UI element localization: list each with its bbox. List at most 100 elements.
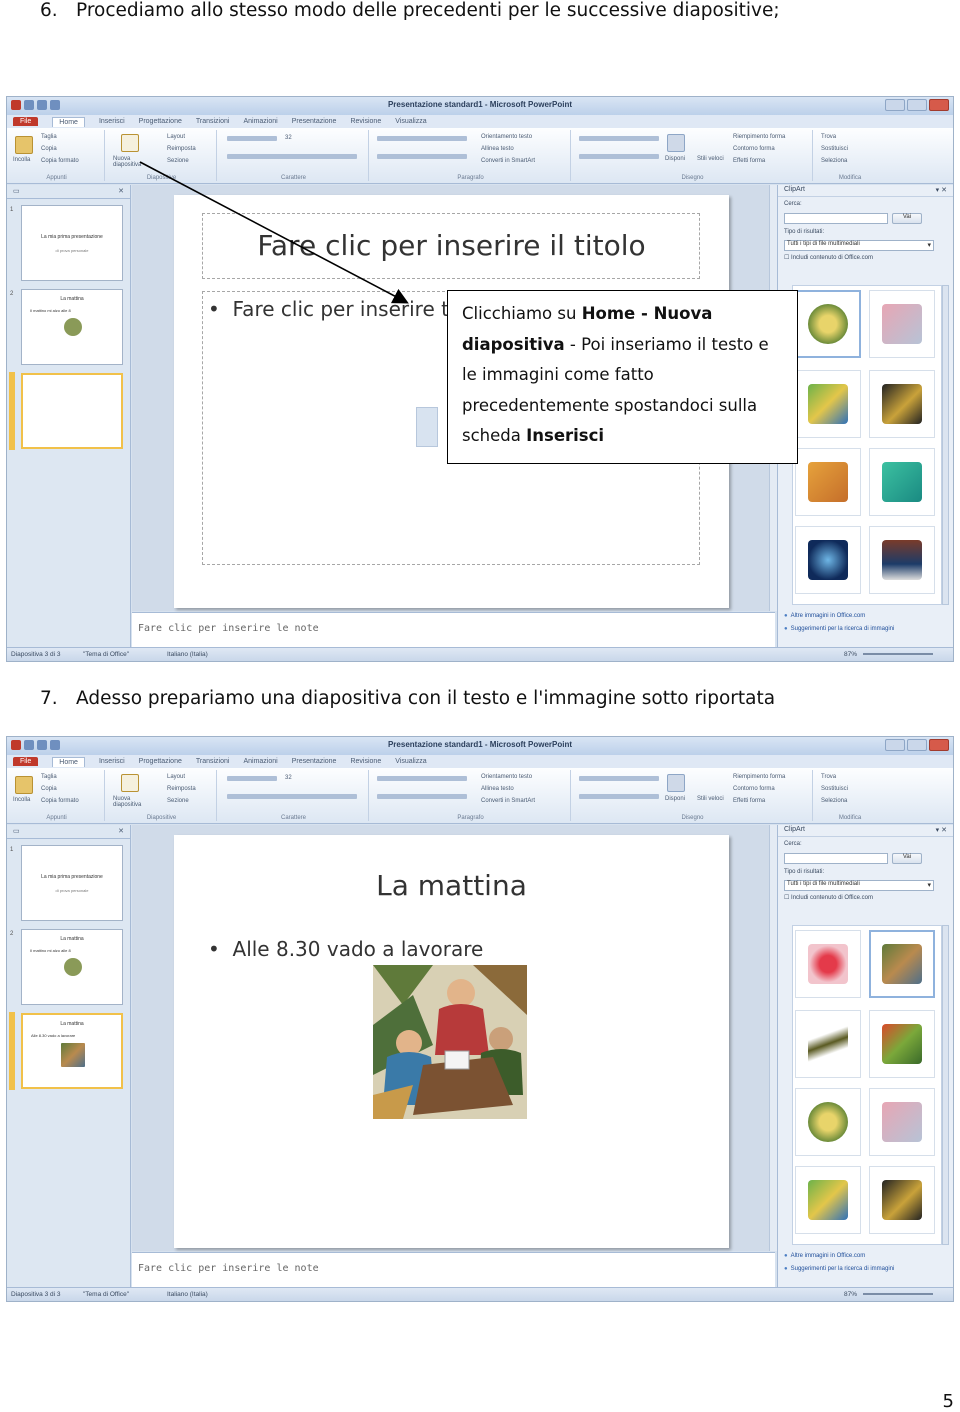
tab-animations[interactable]: Animazioni xyxy=(243,758,277,765)
text-direction-button[interactable]: Orientamento testo xyxy=(481,774,532,780)
copy-button[interactable]: Copia xyxy=(41,786,57,792)
copy-button[interactable]: Copia xyxy=(41,146,57,152)
close-icon[interactable]: ✕ xyxy=(118,827,124,836)
font-format-buttons[interactable] xyxy=(227,794,357,799)
tab-home[interactable]: Home xyxy=(52,116,85,127)
section-button[interactable]: Sezione xyxy=(167,798,189,804)
clipart-item[interactable] xyxy=(869,1088,935,1156)
slide-thumbnail-2[interactable]: La mattina Il mattino mi alzo alle 8 xyxy=(21,929,123,1005)
align-text-button[interactable]: Allinea testo xyxy=(481,786,514,792)
slide-thumbnail-3[interactable]: La mattina Alle 8.30 vado a lavorare xyxy=(21,1013,123,1089)
paste-button[interactable]: Incolla xyxy=(13,797,30,803)
shapes-gallery-row2[interactable] xyxy=(579,154,659,159)
tab-animations[interactable]: Animazioni xyxy=(243,118,277,125)
paste-button[interactable]: Incolla xyxy=(13,157,30,163)
format-painter-button[interactable]: Copia formato xyxy=(41,798,79,804)
replace-button[interactable]: Sostituisci xyxy=(821,786,848,792)
clipart-item[interactable] xyxy=(795,1166,861,1234)
more-images-link[interactable]: Altre immagini in Office.com xyxy=(784,1253,866,1259)
tab-insert[interactable]: Inserisci xyxy=(99,118,125,125)
text-direction-button[interactable]: Orientamento testo xyxy=(481,134,532,140)
clipart-item[interactable] xyxy=(869,1010,935,1078)
clipart-scrollbar[interactable] xyxy=(942,285,949,605)
shapes-gallery[interactable] xyxy=(579,136,659,141)
font-format-buttons[interactable] xyxy=(227,154,357,159)
clipart-item[interactable] xyxy=(869,448,935,516)
clipart-item[interactable] xyxy=(795,1010,861,1078)
zoom-level[interactable]: 87% xyxy=(844,1291,857,1298)
tab-slideshow[interactable]: Presentazione xyxy=(292,118,337,125)
shape-outline-button[interactable]: Contorno forma xyxy=(733,786,775,792)
search-input[interactable] xyxy=(784,213,888,224)
tab-transitions[interactable]: Transizioni xyxy=(196,118,230,125)
select-button[interactable]: Seleziona xyxy=(821,798,847,804)
arrange-icon[interactable] xyxy=(667,134,685,152)
replace-button[interactable]: Sostituisci xyxy=(821,146,848,152)
results-type-select[interactable]: Tutti i tipi di file multimediali xyxy=(784,240,934,251)
shape-fill-button[interactable]: Riempimento forma xyxy=(733,134,785,140)
shape-effects-button[interactable]: Effetti forma xyxy=(733,798,765,804)
results-type-select[interactable]: Tutti i tipi di file multimediali xyxy=(784,880,934,891)
shape-effects-button[interactable]: Effetti forma xyxy=(733,158,765,164)
close-icon[interactable] xyxy=(929,99,949,111)
font-size-box[interactable]: 32 xyxy=(285,775,292,781)
maximize-icon[interactable] xyxy=(907,739,927,751)
paste-icon[interactable] xyxy=(15,776,33,794)
slide-canvas[interactable]: La mattina • Alle 8.30 vado a lavorare xyxy=(174,835,729,1248)
new-slide-icon[interactable] xyxy=(121,134,139,152)
notes-pane[interactable]: Fare clic per inserire le note xyxy=(132,1252,775,1287)
font-name-box[interactable] xyxy=(227,776,277,781)
align-buttons[interactable] xyxy=(377,794,467,799)
zoom-level[interactable]: 87% xyxy=(844,651,857,658)
clipart-item[interactable] xyxy=(795,1088,861,1156)
tab-design[interactable]: Progettazione xyxy=(139,118,182,125)
new-slide-button[interactable]: Nuova diapositiva xyxy=(113,796,153,808)
clipart-item[interactable] xyxy=(795,448,861,516)
minimize-icon[interactable] xyxy=(885,739,905,751)
clipart-item[interactable] xyxy=(869,290,935,358)
slide-thumbnail-3[interactable] xyxy=(21,373,123,449)
new-slide-icon[interactable] xyxy=(121,774,139,792)
close-icon[interactable]: ▾ ✕ xyxy=(936,186,947,195)
cut-button[interactable]: Taglia xyxy=(41,134,57,140)
tab-slideshow[interactable]: Presentazione xyxy=(292,758,337,765)
reset-button[interactable]: Reimposta xyxy=(167,146,196,152)
arrange-button[interactable]: Disponi xyxy=(665,796,685,802)
slide-thumbnail-1[interactable]: La mia prima presentazione di prova pers… xyxy=(21,845,123,921)
tab-file[interactable]: File xyxy=(13,117,39,126)
clipart-scrollbar[interactable] xyxy=(942,925,949,1245)
layout-button[interactable]: Layout xyxy=(167,774,185,780)
arrange-icon[interactable] xyxy=(667,774,685,792)
layout-button[interactable]: Layout xyxy=(167,134,185,140)
cut-button[interactable]: Taglia xyxy=(41,774,57,780)
close-icon[interactable]: ✕ xyxy=(118,187,124,196)
minimize-icon[interactable] xyxy=(885,99,905,111)
notes-pane[interactable]: Fare clic per inserire le note xyxy=(132,612,775,647)
format-painter-button[interactable]: Copia formato xyxy=(41,158,79,164)
list-buttons[interactable] xyxy=(377,776,467,781)
slides-tab-icon[interactable]: ▭ xyxy=(13,187,20,196)
clipart-item[interactable] xyxy=(869,370,935,438)
search-input[interactable] xyxy=(784,853,888,864)
align-buttons[interactable] xyxy=(377,154,467,159)
clipart-item[interactable] xyxy=(869,930,935,998)
search-tips-link[interactable]: Suggerimenti per la ricerca di immagini xyxy=(784,1266,895,1272)
shape-outline-button[interactable]: Contorno forma xyxy=(733,146,775,152)
slide-thumbnail-2[interactable]: La mattina Il mattino mi alzo alle 8 xyxy=(21,289,123,365)
office-meeting-clipart[interactable] xyxy=(373,965,527,1119)
paste-icon[interactable] xyxy=(15,136,33,154)
align-text-button[interactable]: Allinea testo xyxy=(481,146,514,152)
smartart-button[interactable]: Converti in SmartArt xyxy=(481,798,535,804)
font-name-box[interactable] xyxy=(227,136,277,141)
tab-design[interactable]: Progettazione xyxy=(139,758,182,765)
tab-view[interactable]: Visualizza xyxy=(395,118,426,125)
clipart-item[interactable] xyxy=(795,526,861,594)
shapes-gallery[interactable] xyxy=(579,776,659,781)
slide-thumbnail-1[interactable]: La mia prima presentazione di prova pers… xyxy=(21,205,123,281)
select-button[interactable]: Seleziona xyxy=(821,158,847,164)
search-tips-link[interactable]: Suggerimenti per la ricerca di immagini xyxy=(784,626,895,632)
close-icon[interactable]: ▾ ✕ xyxy=(936,826,947,835)
go-button[interactable]: Vai xyxy=(892,213,922,224)
shapes-gallery-row2[interactable] xyxy=(579,794,659,799)
include-office-checkbox[interactable]: ☐ Includi contenuto di Office.com xyxy=(784,254,873,261)
